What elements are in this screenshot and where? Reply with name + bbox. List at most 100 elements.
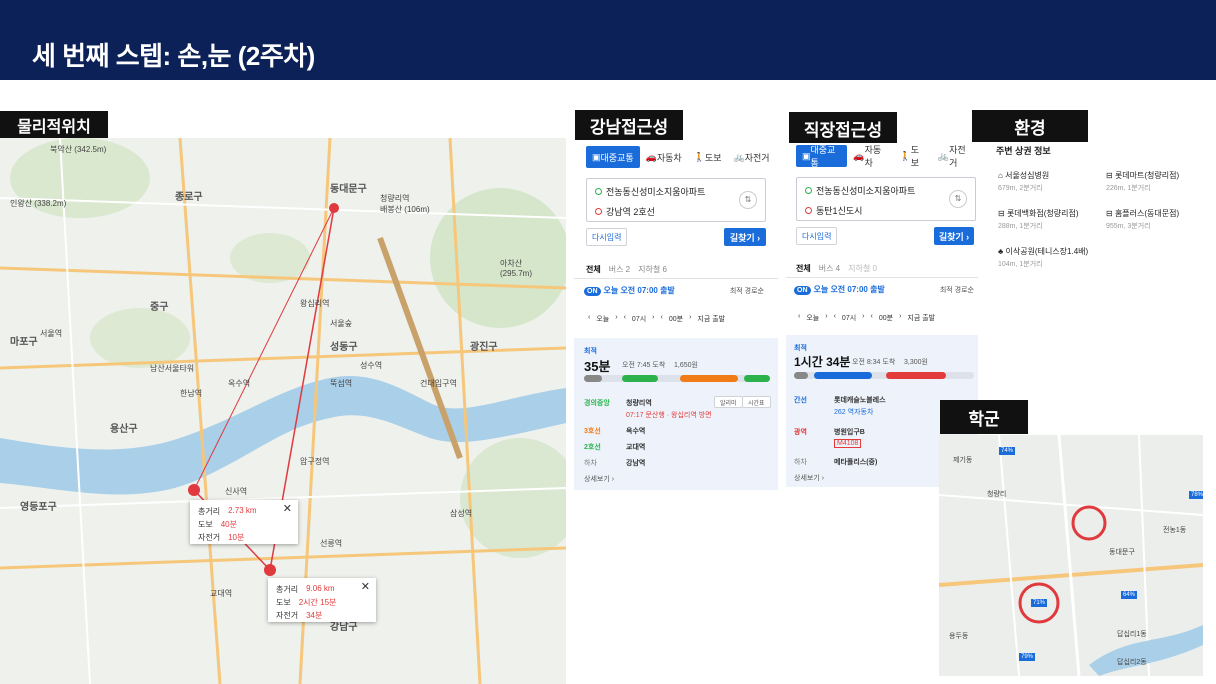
school-marker[interactable]: 79% <box>1019 653 1036 661</box>
env-item[interactable]: ⊟ 홈플러스(동대문점) 955m, 3분거리 <box>1106 208 1179 231</box>
district-label: 영등포구 <box>20 502 57 513</box>
place-label: 남산서울타워 <box>150 364 195 373</box>
place-label: 선릉역 <box>320 539 343 548</box>
search-route-button[interactable]: 길찾기 › <box>934 227 974 245</box>
environment-panel: 주변 상권 정보 ⌂ 서울성심병원 679m, 2분거리 ⊟ 롯데마트(청량리점… <box>990 142 1212 282</box>
place-label: 신사역 <box>225 487 248 496</box>
place-label: 인왕산 (338.2m) <box>10 199 67 208</box>
departure-time[interactable]: 오늘 오전 07:00 출발 <box>604 286 675 295</box>
cart-icon: ⊟ <box>1106 171 1113 180</box>
swap-icon[interactable]: ⇅ <box>949 190 967 208</box>
route-input-box[interactable]: 전농동신성미소지움아파트 동탄1신도시 ⇅ <box>796 177 976 221</box>
school-map[interactable]: 74% 71% 64% 79% 78% 제기동 청량리 용두동 답십리1동 답십… <box>939 435 1203 676</box>
park-icon: ♣ <box>998 247 1004 256</box>
subtab-bus[interactable]: 버스 4 <box>819 263 840 274</box>
subtab-subway[interactable]: 지하철 6 <box>638 264 667 275</box>
destination-field[interactable]: 동탄1신도시 <box>805 204 862 217</box>
district-label: 광진구 <box>470 342 498 353</box>
label-environment: 환경 <box>972 110 1088 142</box>
departure-time[interactable]: 오늘 오전 07:00 출발 <box>814 285 885 294</box>
origin-field[interactable]: 전농동신성미소지움아파트 <box>805 184 915 197</box>
place-label: 동대문구 <box>1109 549 1135 556</box>
env-item[interactable]: ♣ 이삭공원(테니스장1.4배) 104m, 1분거리 <box>998 246 1088 269</box>
tab-walk[interactable]: 🚶 도보 <box>688 146 728 168</box>
route-bar <box>584 375 770 382</box>
place-label: 용두동 <box>949 633 969 640</box>
on-badge[interactable]: ON <box>584 287 601 296</box>
detail-link[interactable]: 상세보기 › <box>584 474 614 484</box>
physical-map[interactable]: 종로구 동대문구 중구 성동구 용산구 광진구 마포구 영등포구 강남구 서울역… <box>0 138 566 684</box>
time-selector[interactable]: ‹ 오늘 › ‹ 07시 › ‹ 00분 › 지금 출발 <box>588 314 725 324</box>
route-input-box[interactable]: 전농동신성미소지움아파트 강남역 2호선 ⇅ <box>586 178 766 222</box>
retry-button[interactable]: 다시입력 <box>586 228 628 246</box>
swap-icon[interactable]: ⇅ <box>739 191 757 209</box>
school-marker[interactable]: 64% <box>1121 591 1138 599</box>
sort-select[interactable]: 최적 경로순 <box>940 285 974 295</box>
tab-bike[interactable]: 🚲 자전거 <box>727 146 775 168</box>
label-work: 직장접근성 <box>789 112 897 144</box>
place-label: 북악산 (342.5m) <box>50 145 107 154</box>
tab-car[interactable]: 🚗 자동차 <box>640 146 688 168</box>
label-school: 학군 <box>940 400 1028 434</box>
destination-field[interactable]: 강남역 2호선 <box>595 205 655 218</box>
close-icon[interactable]: ✕ <box>283 502 292 515</box>
place-label: 옥수역 <box>228 379 251 388</box>
route-result[interactable]: 최적 35분 오전 7:45 도착 1,650원 경의중앙 청량리역 07:17… <box>574 338 778 490</box>
district-label: 종로구 <box>175 192 203 203</box>
cart-icon: ⊟ <box>1106 209 1113 218</box>
subtab-all[interactable]: 전체 <box>586 264 601 275</box>
place-label: 서울역 <box>40 329 63 338</box>
tab-walk[interactable]: 🚶 도보 <box>894 145 932 168</box>
tab-bike[interactable]: 🚲 자전거 <box>932 145 978 168</box>
slide-title: 세 번째 스텝: 손,눈 (2주차) <box>32 41 315 71</box>
now-button[interactable]: 지금 출발 <box>907 313 935 323</box>
place-label: 답십리2동 <box>1117 659 1147 666</box>
timetable-button[interactable]: 시간표 <box>742 396 771 408</box>
time-selector[interactable]: ‹ 오늘 › ‹ 07시 › ‹ 00분 › 지금 출발 <box>798 313 935 323</box>
subtab-bus[interactable]: 버스 2 <box>609 264 630 275</box>
route-bar <box>794 372 974 379</box>
place-label: 전농1동 <box>1163 527 1187 534</box>
subtab-all[interactable]: 전체 <box>796 263 811 274</box>
school-marker[interactable]: 78% <box>1189 491 1203 499</box>
gangnam-route-panel: ▣ 대중교통 🚗 자동차 🚶 도보 🚲 자전거 전농동신성미소지움아파트 강남역… <box>574 140 778 492</box>
env-item[interactable]: ⊟ 롯데백화점(청량리점) 288m, 1분거리 <box>998 208 1079 231</box>
close-icon[interactable]: ✕ <box>361 580 370 593</box>
route-duration: 35분 <box>584 359 611 374</box>
school-marker[interactable]: 74% <box>999 447 1016 455</box>
tab-transit[interactable]: ▣ 대중교통 <box>586 146 640 168</box>
origin-field[interactable]: 전농동신성미소지움아파트 <box>595 185 705 198</box>
place-label: 삼성역 <box>450 509 473 518</box>
detail-link[interactable]: 상세보기 › <box>794 473 824 483</box>
now-button[interactable]: 지금 출발 <box>697 314 725 324</box>
distance-popup-work: ✕ 총거리 9.06 km 도보 2시간 15분 자전거 34분 <box>268 578 376 622</box>
env-header: 주변 상권 정보 <box>996 146 1051 156</box>
alarm-button[interactable]: 알리미 <box>714 396 743 408</box>
district-label: 성동구 <box>330 342 358 353</box>
subtab-subway[interactable]: 지하철 0 <box>848 263 877 274</box>
on-badge[interactable]: ON <box>794 286 811 295</box>
place-label: 왕십리역 <box>300 299 330 308</box>
place-label: 아차산 (295.7m) <box>500 259 533 278</box>
place-label: 건대입구역 <box>420 379 457 388</box>
env-item[interactable]: ⊟ 롯데마트(청량리점) 226m, 1분거리 <box>1106 170 1179 193</box>
search-route-button[interactable]: 길찾기 › <box>724 228 766 246</box>
place-label: 압구정역 <box>300 457 330 466</box>
place-label: 성수역 <box>360 361 383 370</box>
place-label: 청량리 <box>987 491 1007 498</box>
district-label: 용산구 <box>110 424 138 435</box>
cart-icon: ⊟ <box>998 209 1005 218</box>
tab-transit[interactable]: ▣ 대중교통 <box>796 145 848 168</box>
sort-select[interactable]: 최적 경로순 <box>730 286 764 296</box>
place-label: 제기동 <box>953 457 973 464</box>
place-label: 서울숲 <box>330 319 353 328</box>
env-item[interactable]: ⌂ 서울성심병원 679m, 2분거리 <box>998 170 1049 193</box>
label-gangnam: 강남접근성 <box>575 110 683 140</box>
place-label: 답십리1동 <box>1117 631 1147 638</box>
retry-button[interactable]: 다시입력 <box>796 227 838 245</box>
place-label: 청량리역 <box>380 194 410 203</box>
place-label: 한남역 <box>180 389 203 398</box>
tab-car[interactable]: 🚗 자동차 <box>847 145 893 168</box>
school-marker[interactable]: 71% <box>1031 599 1048 607</box>
place-label: 교대역 <box>210 589 233 598</box>
